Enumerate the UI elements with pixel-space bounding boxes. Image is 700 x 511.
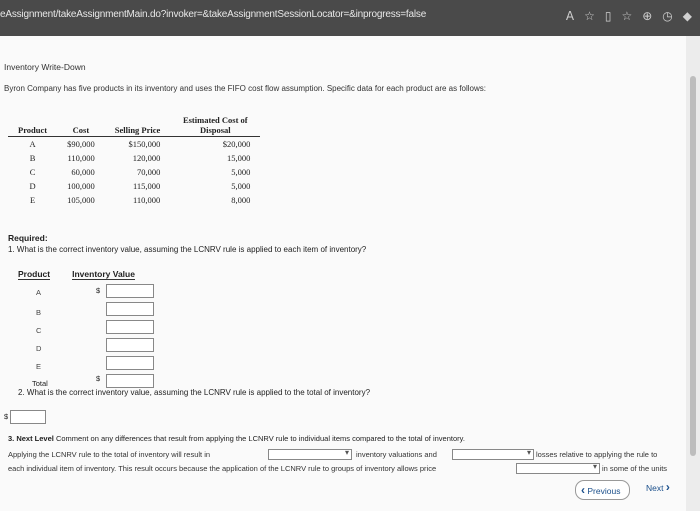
answer-row-label: A [36,288,42,297]
product-data-table: Product Cost Selling Price Estimated Cos… [8,114,261,207]
table-cell: $20,000 [222,139,251,149]
answer-sentence-line-2: each individual item of inventory. This … [8,464,436,473]
table-cell: $150,000 [128,139,161,149]
table-cell: D [29,181,36,191]
table-cell: $90,000 [67,139,95,149]
table-row: B 110,000 120,000 15,000 [8,151,260,165]
header-product: Product [8,114,58,137]
table-cell: 5,000 [231,167,251,177]
table-cell: B [29,153,36,163]
vertical-scrollbar[interactable] [686,36,700,511]
answer-row-label: D [36,344,42,353]
table-row: E 105,000 110,000 8,000 [8,193,260,207]
sentence-part: inventory valuations and [356,450,437,459]
answer-header-inventory-value: Inventory Value [72,269,135,280]
next-level-label: 3. Next Level [8,434,54,443]
header-selling-price: Selling Price [104,114,171,137]
table-row: D 100,000 115,000 5,000 [8,179,260,193]
assignment-page: Inventory Write-Down Byron Company has f… [0,36,686,511]
currency-symbol: $ [96,374,101,383]
copilot-icon[interactable]: ◆ [683,9,692,23]
problem-intro: Byron Company has five products in its i… [4,84,487,93]
table-row: C 60,000 70,000 5,000 [8,165,260,179]
chevron-left-icon: ‹ [581,483,585,497]
chevron-right-icon: › [665,480,670,494]
favorites-bar-icon[interactable]: ☆ [621,9,632,23]
table-cell: 8,000 [231,195,251,205]
losses-dropdown[interactable] [452,448,534,460]
question-3-text: Comment on any differences that result f… [55,434,465,443]
table-cell: 115,000 [133,181,161,191]
previous-label: Previous [587,486,621,496]
sentence-part: Applying the LCNRV rule to the total of … [8,450,211,459]
answer-row-label: C [36,326,42,335]
inventory-value-input-d[interactable] [106,338,154,352]
header-disposal-cost: Estimated Cost of Disposal [170,114,261,137]
table-cell: A [29,139,36,149]
inventory-value-input-c[interactable] [106,320,154,334]
sentence-part: each individual item of inventory. This … [8,464,437,473]
table-cell: 105,000 [67,195,95,205]
header-cost: Cost [57,114,105,137]
section-title: Inventory Write-Down [4,62,86,72]
sentence-part: losses relative to applying the rule to [536,450,658,459]
table-cell: 100,000 [67,181,95,191]
currency-symbol: $ [96,286,101,295]
currency-symbol: $ [4,412,9,421]
toolbar-icons: A ☆ ▯ ☆ ⊕ ◷ ◆ [566,9,692,23]
table-cell: E [29,195,36,205]
next-button[interactable]: Next › [646,480,670,494]
table-cell: C [29,167,36,177]
sentence-part: in some of the units [602,464,668,473]
table-cell: 15,000 [226,153,251,163]
favorite-icon[interactable]: ☆ [584,9,595,23]
valuation-dropdown[interactable] [268,448,352,460]
history-icon[interactable]: ◷ [662,9,672,23]
answer-sentence-line-1: Applying the LCNRV rule to the total of … [8,450,210,459]
answer-row-label: B [36,308,42,317]
total-inventory-value-input[interactable] [10,410,46,424]
table-cell: 5,000 [231,181,251,191]
inventory-value-input-e[interactable] [106,356,154,370]
total-label: Total [32,379,48,388]
split-screen-icon[interactable]: ▯ [605,9,612,23]
answer-table-header: Product Inventory Value [18,269,135,280]
required-label: Required: [8,233,48,243]
question-2: 2. What is the correct inventory value, … [18,388,371,397]
next-label: Next [646,483,664,493]
table-row: A $90,000 $150,000 $20,000 [8,137,260,152]
previous-button[interactable]: ‹ Previous [575,480,631,500]
answer-row-label: E [36,362,42,371]
question-1: 1. What is the correct inventory value, … [8,245,367,254]
table-cell: 120,000 [132,153,161,163]
table-cell: 110,000 [67,153,95,163]
table-header-row: Product Cost Selling Price Estimated Cos… [8,114,261,137]
table-cell: 60,000 [71,167,95,177]
browser-toolbar: eAssignment/takeAssignmentMain.do?invoke… [0,0,700,36]
inventory-value-input-a[interactable] [106,284,154,298]
price-change-dropdown[interactable] [516,462,600,474]
read-aloud-icon[interactable]: A [566,9,574,23]
table-cell: 70,000 [136,167,161,177]
inventory-value-input-total[interactable] [106,374,154,388]
question-3: 3. Next Level Comment on any differences… [8,434,465,443]
extension-icon[interactable]: ⊕ [642,9,652,23]
inventory-value-input-b[interactable] [106,302,154,316]
answer-header-product: Product [18,269,51,280]
scrollbar-thumb[interactable] [690,76,696,456]
table-cell: 110,000 [133,195,161,205]
address-bar[interactable]: eAssignment/takeAssignmentMain.do?invoke… [0,9,426,20]
